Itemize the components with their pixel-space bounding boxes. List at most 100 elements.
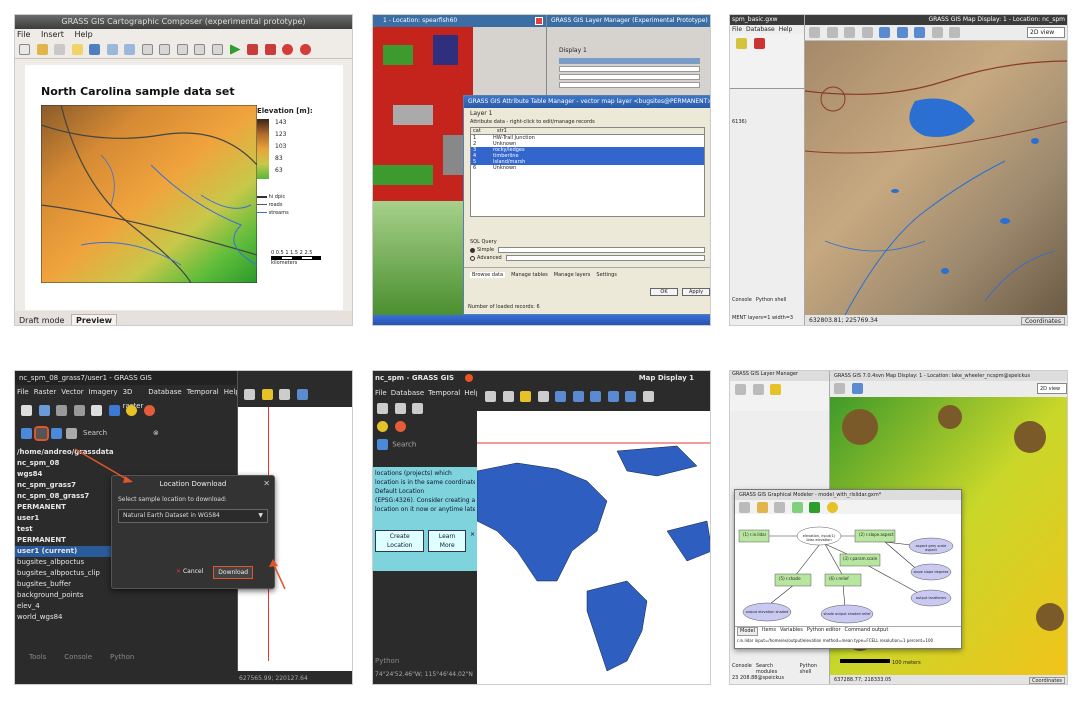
sql-simple-input[interactable] (498, 247, 705, 253)
layer-row[interactable] (559, 82, 700, 88)
settings-icon[interactable] (770, 384, 782, 395)
table-row[interactable]: 6 Unknown (471, 165, 704, 171)
tab-console[interactable]: Console (732, 663, 752, 675)
close-icon[interactable] (465, 374, 473, 382)
zoom-in-icon[interactable] (106, 44, 118, 55)
query-icon[interactable] (520, 391, 532, 402)
tab-command-output[interactable]: Command output (845, 627, 889, 636)
tab-tools[interactable]: Tools (29, 653, 46, 667)
zoom-out-icon[interactable] (124, 44, 136, 55)
zoom-out-icon[interactable] (914, 27, 926, 38)
export-pdf-icon[interactable] (247, 44, 259, 55)
model-diagram[interactable] (735, 514, 961, 624)
tab-python[interactable]: Python (373, 657, 399, 665)
coordinates-mode-select[interactable]: Coordinates (1020, 317, 1065, 325)
tab-python-shell[interactable]: Python shell (756, 297, 787, 307)
zoom-icon[interactable] (851, 383, 863, 394)
ok-button[interactable]: OK (650, 288, 678, 296)
workspace-icon[interactable] (38, 405, 50, 416)
add-map-icon[interactable] (141, 44, 153, 55)
render-icon[interactable] (826, 27, 838, 38)
zoom-in-icon[interactable] (896, 27, 908, 38)
menu-file[interactable]: File (732, 26, 742, 33)
georectify-icon[interactable] (56, 405, 68, 416)
menu-insert[interactable]: Insert (41, 30, 64, 39)
view-mode-select[interactable]: 2D view (1037, 383, 1067, 394)
add-legend-icon[interactable] (194, 44, 206, 55)
open-model-icon[interactable] (756, 502, 768, 513)
coordinates-mode-select[interactable]: Coordinates (1028, 677, 1065, 684)
new-model-icon[interactable] (739, 502, 750, 513)
tab-python-editor[interactable]: Python editor (807, 627, 841, 636)
display-icon[interactable] (809, 27, 820, 38)
view-mode-select[interactable]: 2D view (1027, 27, 1065, 38)
menu-vector[interactable]: Vector (61, 385, 83, 399)
tab-manage-layers[interactable]: Manage layers (554, 272, 591, 278)
export-ps-icon[interactable] (264, 44, 276, 55)
new-icon[interactable] (377, 403, 388, 414)
zoom-back-icon[interactable] (625, 391, 637, 402)
run-model-icon[interactable] (809, 502, 821, 513)
page-setup-icon[interactable] (71, 44, 83, 55)
add-text-icon[interactable] (212, 44, 224, 55)
learn-more-button[interactable]: Learn More (428, 530, 466, 552)
create-location-button[interactable]: Create Location (375, 530, 425, 552)
tab-items[interactable]: Items (762, 627, 776, 636)
save-display-icon[interactable] (642, 391, 654, 402)
column-header[interactable]: cat (471, 128, 493, 134)
tab-browse-data[interactable]: Browse data (470, 272, 506, 278)
menu-database[interactable]: Database (148, 385, 181, 399)
help-icon[interactable] (143, 405, 155, 416)
menu-database[interactable]: Database (391, 389, 424, 397)
radio-simple[interactable] (470, 247, 475, 253)
add-raster-icon[interactable] (51, 427, 62, 439)
pointer-icon[interactable] (861, 27, 873, 38)
pan-icon[interactable] (89, 44, 101, 55)
open-icon[interactable] (394, 403, 406, 414)
add-icon[interactable] (377, 439, 388, 450)
menu-database[interactable]: Database (746, 26, 775, 33)
zoom-in-icon[interactable] (572, 391, 584, 402)
apply-button[interactable]: Apply (682, 288, 710, 296)
pan-icon[interactable] (879, 27, 891, 38)
measure-icon[interactable] (537, 391, 549, 402)
tab-model[interactable]: Model (737, 627, 759, 636)
tab-console[interactable]: Console (732, 297, 752, 307)
query-icon[interactable] (261, 389, 273, 400)
generate-icon[interactable] (229, 44, 241, 55)
tab-preview[interactable]: Preview (70, 314, 117, 325)
pointer-icon[interactable] (244, 389, 255, 400)
zoom-out-icon[interactable] (590, 391, 602, 402)
menu-file[interactable]: File (17, 30, 30, 39)
pan-icon[interactable] (555, 391, 567, 402)
save-icon[interactable] (412, 403, 424, 414)
workspace-icon[interactable] (752, 384, 764, 395)
erase-icon[interactable] (844, 27, 856, 38)
settings-icon[interactable] (377, 421, 388, 432)
add-vector-icon[interactable] (176, 44, 188, 55)
pan-icon[interactable] (279, 389, 291, 400)
remove-layer-icon[interactable] (753, 38, 765, 49)
download-location-icon[interactable] (34, 425, 49, 441)
add-command-icon[interactable] (791, 502, 803, 513)
settings-icon[interactable] (126, 405, 138, 416)
analyze-icon[interactable] (949, 27, 961, 38)
radio-advanced[interactable] (470, 255, 475, 261)
tab-python-shell[interactable]: Python shell (800, 663, 830, 675)
open-folder-icon[interactable] (36, 44, 48, 55)
tab-console[interactable]: Console (64, 653, 92, 667)
search-field[interactable]: Search (373, 437, 477, 453)
settings-icon[interactable] (826, 502, 838, 513)
add-vector-icon[interactable] (21, 427, 32, 439)
shaded-relief-map[interactable] (805, 41, 1068, 315)
tab-settings[interactable]: Settings (596, 272, 617, 278)
map-preview-canvas[interactable]: North Carolina sample data set Elevation… (25, 65, 343, 310)
new-map-icon[interactable] (21, 405, 32, 416)
menu-temporal[interactable]: Temporal (428, 389, 460, 397)
tab-variables[interactable]: Variables (780, 627, 803, 636)
add-layer-icon[interactable] (736, 38, 747, 49)
layer-row[interactable] (559, 66, 700, 72)
tab-search-modules[interactable]: Search modules (756, 663, 796, 675)
dismiss-icon[interactable]: × (470, 530, 475, 552)
display-icon[interactable] (485, 391, 496, 402)
